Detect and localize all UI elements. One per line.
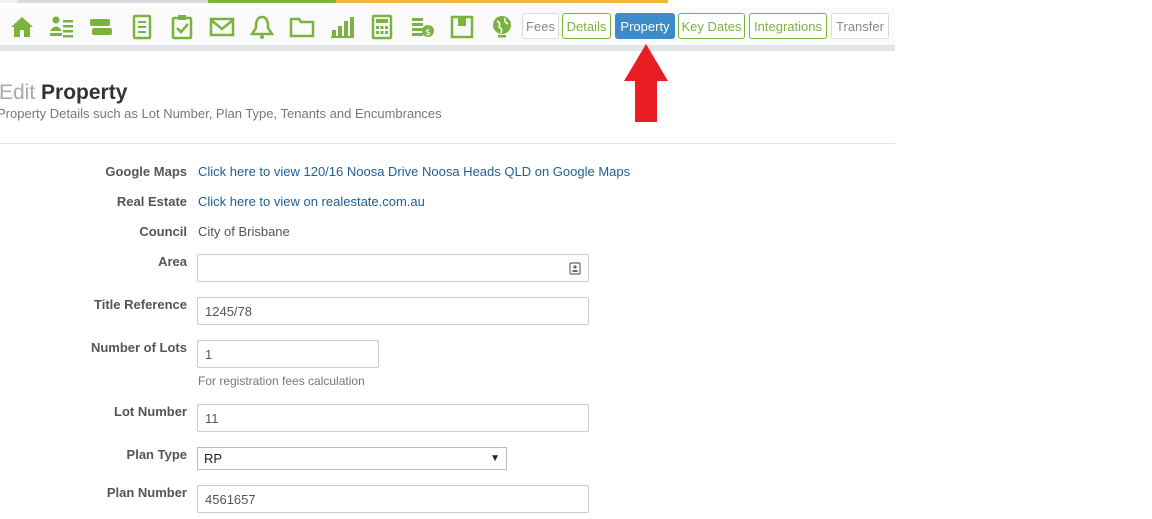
archive-box-icon[interactable] [448,13,476,41]
page-title-prefix: Edit [0,81,36,104]
google-maps-link[interactable]: Click here to view 120/16 Noosa Drive No… [198,164,630,179]
real-estate-label: Real Estate [116,194,187,209]
dropdown-caret-icon: ▼ [490,453,500,464]
page-title-main: Property [41,81,128,104]
title-reference-label: Title Reference [94,297,187,312]
page-title: Edit Property [0,81,127,105]
plan-number-field[interactable]: 4561657 [197,485,589,513]
folder-icon[interactable] [288,13,316,41]
number-of-lots-help: For registration fees calculation [198,374,365,388]
plan-type-select[interactable]: RP ▼ [197,447,507,470]
council-label: Council [139,224,187,239]
tag-label-icon[interactable] [87,13,115,41]
council-value: City of Brisbane [198,224,290,239]
tab-property[interactable]: Property [615,13,675,39]
document-icon[interactable] [128,13,156,41]
page-subtitle: Property Details such as Lot Number, Pla… [0,106,442,121]
number-of-lots-field[interactable]: 1 [197,340,379,368]
bell-icon[interactable] [248,13,276,41]
title-reference-field[interactable]: 1245/78 [197,297,589,325]
tab-fees[interactable]: Fees [522,13,559,39]
tab-transfer[interactable]: Transfer [831,13,889,39]
money-coins-icon[interactable]: $ [408,13,436,41]
lot-number-field[interactable]: 11 [197,404,589,432]
real-estate-link[interactable]: Click here to view on realestate.com.au [198,194,425,209]
home-icon[interactable] [8,13,36,41]
svg-text:$: $ [425,28,431,38]
toolbar-bottom-border [0,45,895,51]
number-of-lots-label: Number of Lots [90,340,187,355]
checklist-icon[interactable] [168,13,196,41]
contact-card-icon[interactable] [569,261,581,275]
plan-type-value: RP [204,451,223,466]
bar-chart-icon[interactable] [328,13,356,41]
red-annotation-arrow-icon [624,44,668,122]
globe-icon[interactable] [488,13,516,41]
area-field[interactable] [197,254,589,282]
header-divider [0,143,895,144]
progress-segment-orange [336,0,668,3]
lot-number-label: Lot Number [114,404,187,419]
plan-type-label: Plan Type [126,447,187,462]
tab-integrations[interactable]: Integrations [749,13,827,39]
envelope-icon[interactable] [208,13,236,41]
progress-segment-green [208,0,336,3]
top-progress-strip [0,0,668,3]
contacts-list-icon[interactable] [47,13,75,41]
calculator-icon[interactable] [368,13,396,41]
plan-number-label: Plan Number [106,485,187,500]
tab-key-dates[interactable]: Key Dates [678,13,745,39]
tab-details[interactable]: Details [562,13,611,39]
area-label: Area [158,254,187,269]
progress-segment-grey [18,0,208,3]
google-maps-label: Google Maps [105,164,187,179]
